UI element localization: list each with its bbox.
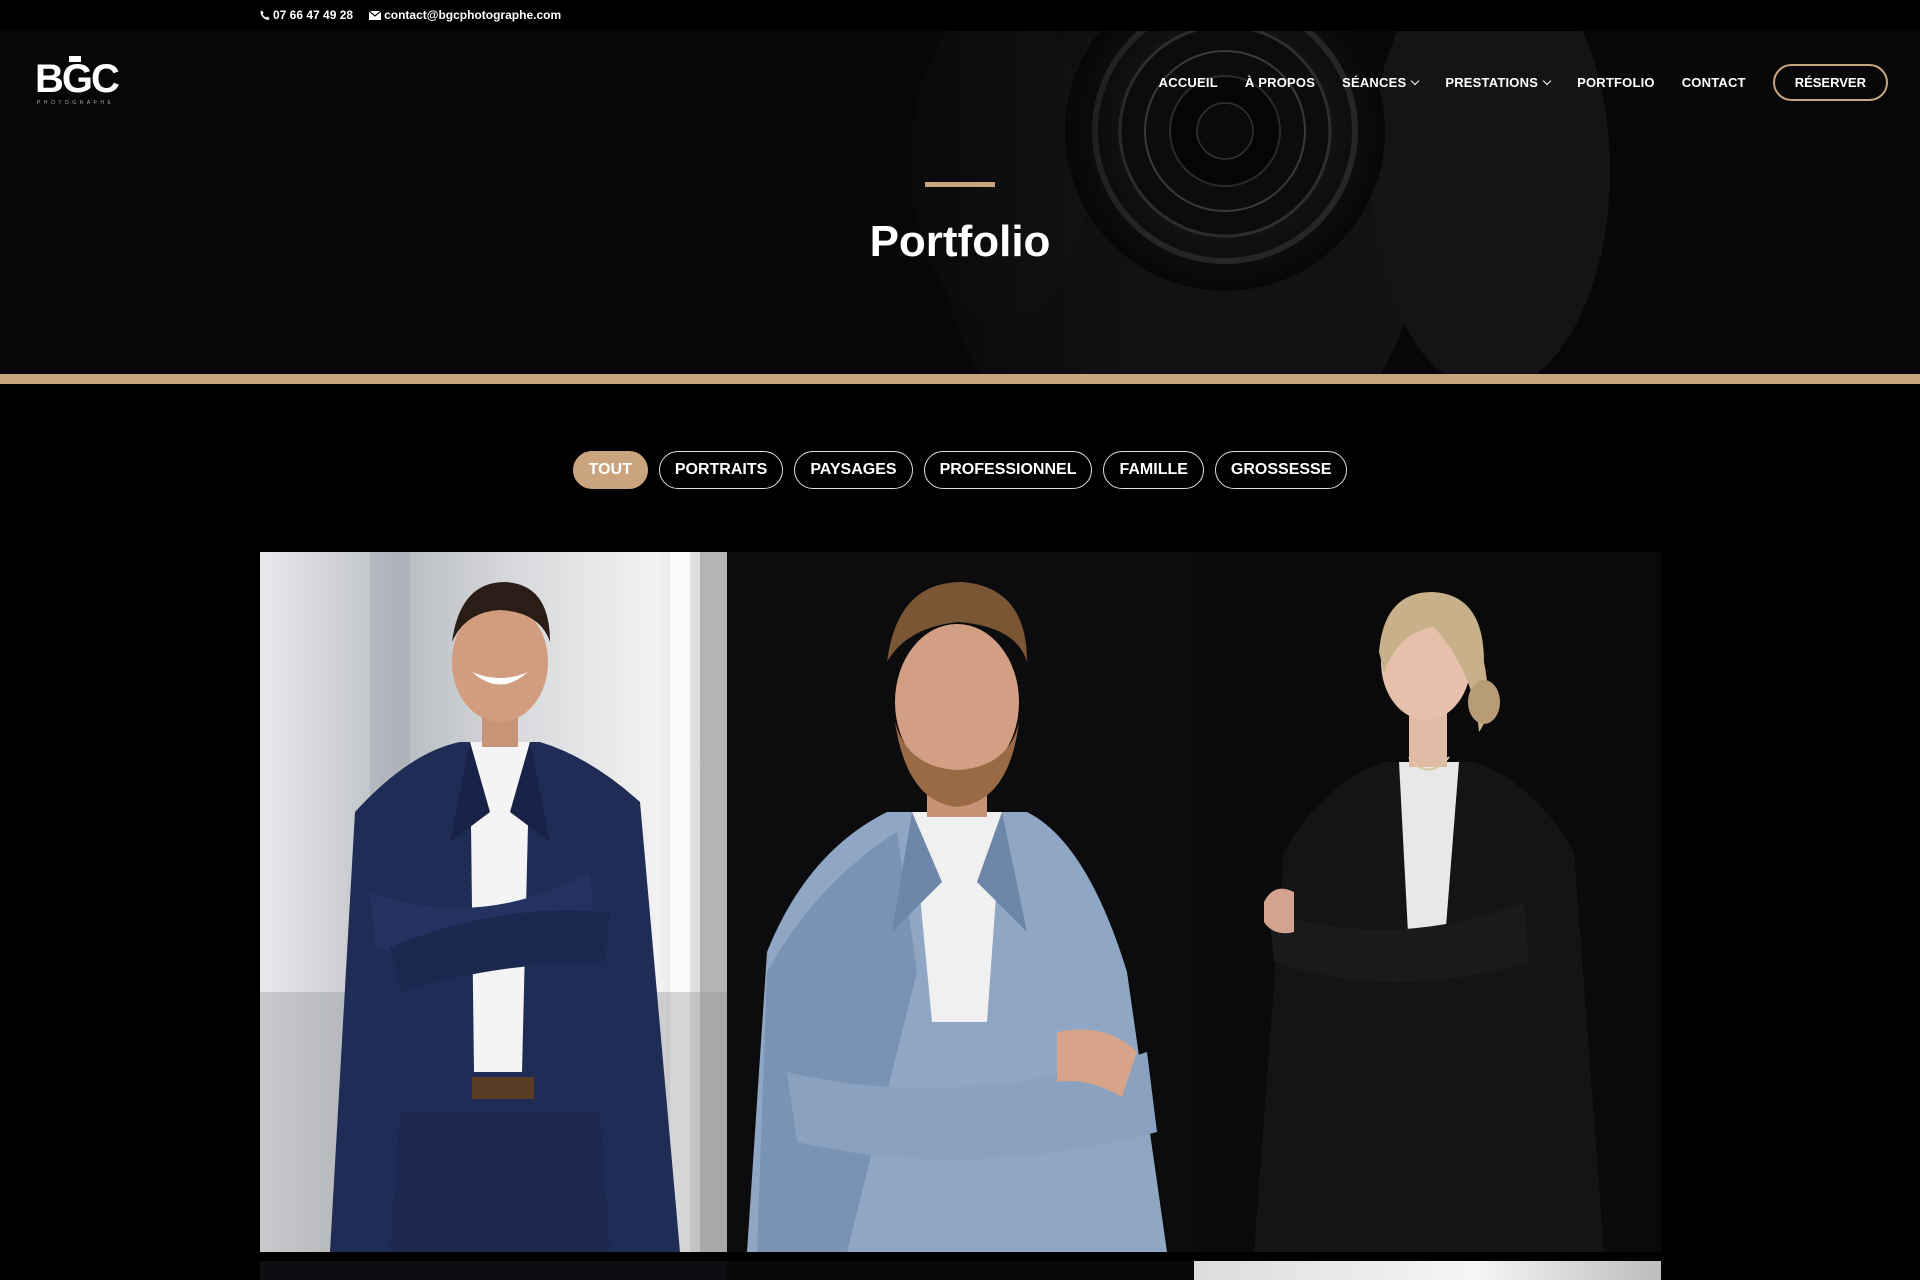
nav-label: ACCUEIL [1158, 75, 1218, 90]
gallery-photo-row2[interactable] [727, 1261, 1194, 1280]
nav-label: CONTACT [1681, 75, 1746, 90]
nav-item-accueil[interactable]: ACCUEIL [1159, 75, 1218, 90]
contact-info: 07 66 47 49 28 contact@bgcphotographe.co… [260, 8, 561, 22]
portrait-image [260, 552, 727, 1252]
filter-paysages[interactable]: PAYSAGES [794, 451, 913, 489]
nav-label: SÉANCES [1342, 75, 1407, 90]
nav-item-portfolio[interactable]: PORTFOLIO [1577, 75, 1655, 90]
filter-tout[interactable]: TOUT [572, 451, 648, 489]
nav-label: PORTFOLIO [1577, 75, 1655, 90]
page-title: Portfolio [869, 217, 1051, 266]
nav-label: À PROPOS [1244, 75, 1316, 90]
top-bar: 07 66 47 49 28 contact@bgcphotographe.co… [0, 0, 1920, 31]
gallery-photo-row2[interactable] [260, 1261, 727, 1280]
chevron-down-icon [1411, 76, 1420, 85]
filter-professionnel[interactable]: PROFESSIONNEL [923, 451, 1093, 489]
phone-icon [260, 10, 270, 21]
phone-number: 07 66 47 49 28 [273, 8, 354, 22]
brand-logo[interactable]: BGC PHOTOGRAPHE [35, 52, 121, 113]
email-address: contact@bgcphotographe.com [384, 8, 562, 22]
nav-item-prestations[interactable]: PRESTATIONS [1445, 75, 1552, 90]
main-nav: ACCUEIL À PROPOS SÉANCES PRESTATIONS POR… [1132, 64, 1888, 101]
filter-grossesse[interactable]: GROSSESSE [1214, 451, 1348, 489]
title-accent-line [925, 182, 995, 187]
reserve-button[interactable]: RÉSERVER [1772, 64, 1888, 101]
chevron-down-icon [1542, 76, 1552, 85]
portfolio-filters: TOUT PORTRAITS PAYSAGES PROFESSIONNEL FA… [0, 451, 1920, 489]
nav-item-seances[interactable]: SÉANCES [1342, 75, 1420, 90]
gallery-photo[interactable] [260, 552, 727, 1252]
section-divider [0, 374, 1920, 384]
hero-section: BGC PHOTOGRAPHE ACCUEIL À PROPOS SÉANCES… [0, 31, 1920, 374]
portfolio-gallery [260, 552, 1661, 1252]
filter-portraits[interactable]: PORTRAITS [658, 451, 784, 489]
nav-item-a-propos[interactable]: À PROPOS [1245, 75, 1315, 90]
logo-subtext: PHOTOGRAPHE [37, 100, 114, 106]
phone-link[interactable]: 07 66 47 49 28 [260, 8, 353, 22]
gallery-photo-row2[interactable] [1194, 1261, 1661, 1280]
portrait-image [727, 552, 1194, 1252]
gallery-photo[interactable] [1194, 552, 1661, 1252]
email-link[interactable]: contact@bgcphotographe.com [369, 8, 561, 22]
gallery-photo[interactable] [727, 552, 1194, 1252]
portrait-image [1194, 552, 1661, 1252]
logo-text: BGC [35, 57, 119, 101]
nav-label: PRESTATIONS [1445, 75, 1539, 90]
envelope-icon [369, 10, 382, 20]
filter-famille[interactable]: FAMILLE [1103, 451, 1204, 489]
nav-item-contact[interactable]: CONTACT [1682, 75, 1746, 90]
